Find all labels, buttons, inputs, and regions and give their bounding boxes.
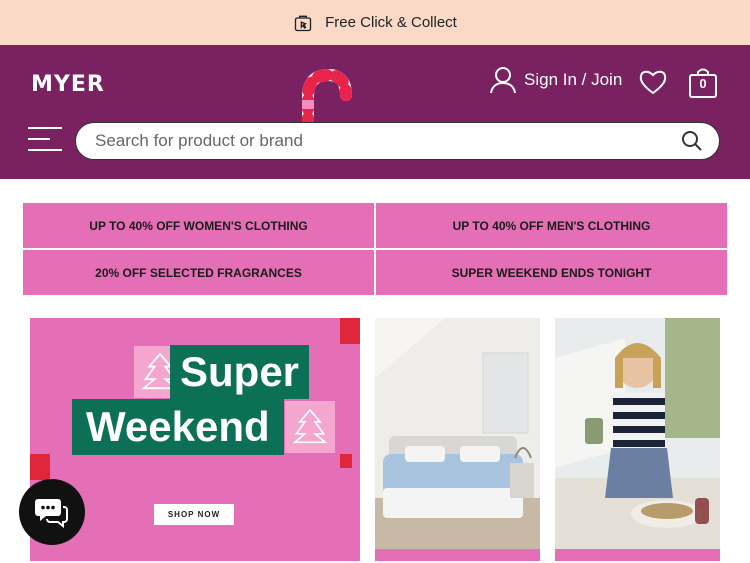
sign-in-link[interactable]: Sign In / Join	[488, 65, 622, 95]
user-icon	[490, 67, 516, 94]
chat-button[interactable]	[19, 479, 85, 545]
top-banner-text: Free Click & Collect	[325, 14, 457, 31]
bedroom-image	[375, 318, 540, 549]
top-banner[interactable]: Free Click & Collect	[0, 0, 750, 45]
decor-square	[30, 454, 50, 480]
tile-pink-strip	[375, 549, 540, 561]
woman-holding-drink-image	[555, 318, 720, 549]
chat-bubble-icon	[35, 499, 68, 529]
tile-pink-strip	[555, 549, 720, 561]
promo-mens-clothing[interactable]: UP TO 40% OFF MEN'S CLOTHING	[376, 203, 727, 248]
promo-grid: UP TO 40% OFF WOMEN'S CLOTHING UP TO 40%…	[23, 203, 727, 295]
promo-womens-clothing[interactable]: UP TO 40% OFF WOMEN'S CLOTHING	[23, 203, 374, 248]
lifestyle-image-tile[interactable]	[555, 318, 720, 561]
search-icon[interactable]	[681, 130, 703, 152]
search-input[interactable]	[95, 131, 681, 151]
bedroom-image-tile[interactable]	[375, 318, 540, 561]
hero-title: Super Weekend	[50, 343, 360, 513]
menu-hamburger-icon[interactable]	[28, 127, 62, 153]
decor-square	[340, 318, 360, 344]
shopping-bag-button[interactable]: 0	[688, 67, 718, 99]
wishlist-heart-icon[interactable]	[638, 67, 668, 97]
click-collect-icon	[294, 15, 312, 31]
promo-super-weekend[interactable]: SUPER WEEKEND ENDS TONIGHT	[376, 250, 727, 295]
promo-fragrances[interactable]: 20% OFF SELECTED FRAGRANCES	[23, 250, 374, 295]
search-bar	[75, 122, 720, 160]
sign-in-label: Sign In / Join	[524, 70, 623, 89]
shop-now-button[interactable]: SHOP NOW	[154, 504, 234, 525]
site-header: MYER Sign In / Join 0	[0, 45, 750, 179]
hero-title-line1: Super	[170, 345, 310, 399]
hero-title-line2: Weekend	[72, 399, 284, 455]
bag-count: 0	[699, 76, 707, 91]
myer-logo[interactable]: MYER	[31, 72, 105, 97]
